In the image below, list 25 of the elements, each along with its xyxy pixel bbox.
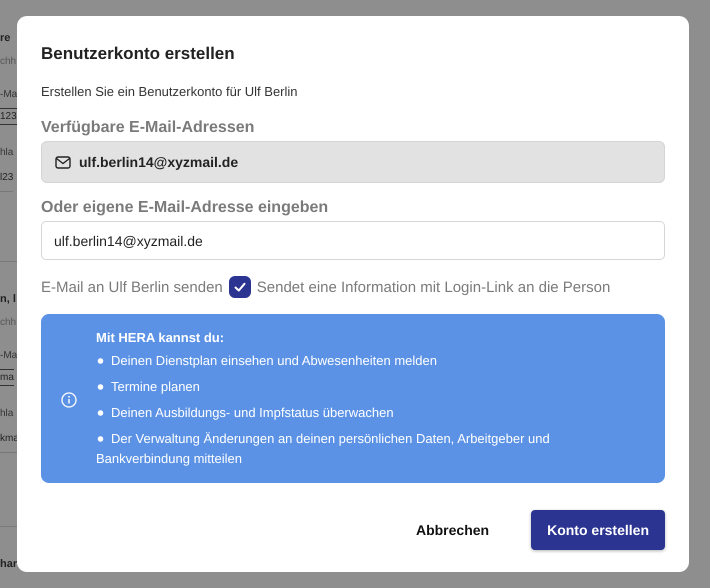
info-heading: Mit HERA kannst du: [96,330,226,345]
background-text: chh [0,317,16,328]
background-text: chh [0,56,16,67]
checkmark-icon [232,280,247,294]
background-text: n, l [0,293,16,305]
checkbox-hint: Sendet eine Information mit Login-Link an die Person [256,278,610,296]
background-text: hla [0,147,14,158]
background-text: -Ma [0,350,18,361]
background-text: har [0,558,18,570]
background-field: l23 [0,172,14,192]
email-option[interactable]: ulf.berlin14@xyzmail.de [41,141,665,183]
create-account-button[interactable]: Konto erstellen [531,510,665,550]
background-field: ma [0,369,14,386]
field-label: Verfügbare E-Mail-Adressen [41,119,254,137]
checkbox-label: E-Mail an Ulf Berlin senden [41,278,223,296]
dialog-description: Erstellen Sie ein Benutzerkonto für Ulf Berlin [41,84,299,99]
background-text: hla [0,408,14,419]
info-icon [61,392,77,408]
background-text: re [0,32,10,44]
envelope-icon [55,156,71,168]
field-label: Oder eigene E-Mail-Adresse eingeben [41,199,328,217]
email-input[interactable]: ulf.berlin14@xyzmail.de [41,221,665,260]
checkbox[interactable] [228,276,251,298]
dialog-title: Benutzerkonto erstellen [41,44,236,64]
background-text: -Ma [0,89,18,100]
